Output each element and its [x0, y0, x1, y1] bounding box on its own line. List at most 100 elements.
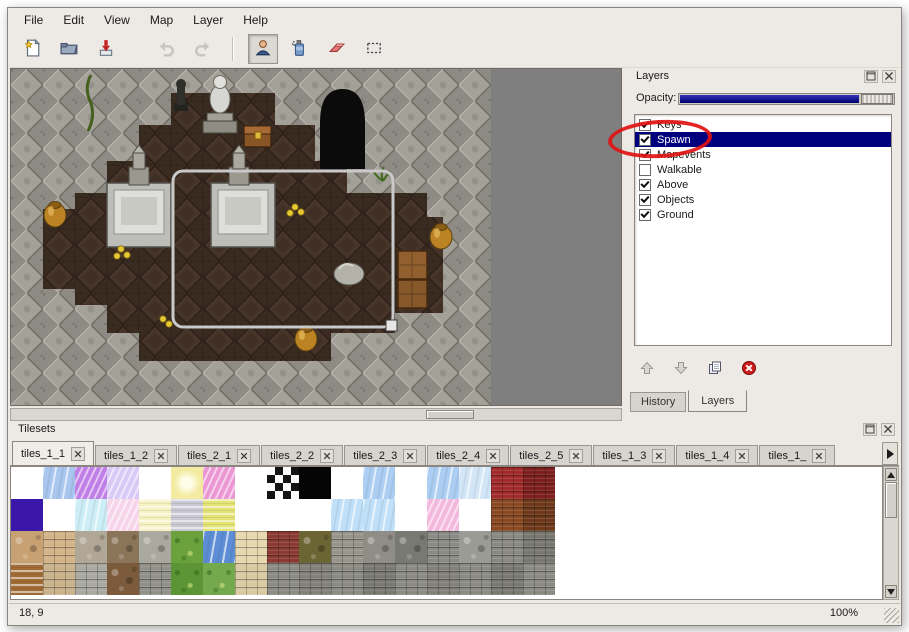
tab-close-icon[interactable] [237, 449, 251, 463]
float-window-button[interactable] [864, 70, 878, 83]
tileset-tile[interactable] [331, 531, 363, 563]
tileset-tab-tiles_2_1[interactable]: tiles_2_1 [178, 445, 260, 465]
tileset-tile[interactable] [267, 563, 299, 595]
layer-row-walkable[interactable]: Walkable [635, 162, 891, 177]
tileset-tile[interactable] [75, 563, 107, 595]
close-window-button[interactable] [881, 423, 895, 436]
tileset-tile[interactable] [363, 563, 395, 595]
tileset-tile[interactable] [427, 563, 459, 595]
tileset-tile[interactable] [491, 467, 523, 499]
layer-row-objects[interactable]: Objects [635, 192, 891, 207]
resize-grip[interactable] [884, 608, 899, 623]
tileset-tile[interactable] [139, 499, 171, 531]
tileset-tile[interactable] [171, 531, 203, 563]
tileset-tile[interactable] [107, 499, 139, 531]
layer-row-mapevents[interactable]: Mapevents [635, 147, 891, 162]
save-button[interactable] [91, 34, 121, 64]
tileset-tile[interactable] [427, 499, 459, 531]
tileset-tile[interactable] [203, 563, 235, 595]
scroll-down-button[interactable] [885, 585, 897, 598]
eraser-button[interactable] [322, 34, 352, 64]
tileset-tile[interactable] [427, 531, 459, 563]
lower-layer-button[interactable] [668, 356, 694, 382]
tileset-tile[interactable] [299, 467, 331, 499]
tileset-tile[interactable] [107, 467, 139, 499]
tab-history[interactable]: History [630, 392, 686, 412]
tileset-tile[interactable] [491, 531, 523, 563]
tileset-tile[interactable] [363, 499, 395, 531]
tileset-tile[interactable] [491, 563, 523, 595]
tileset-tile[interactable] [43, 531, 75, 563]
tileset-tile[interactable] [75, 531, 107, 563]
tileset-tile[interactable] [299, 563, 331, 595]
tileset-tile[interactable] [459, 531, 491, 563]
tileset-tile[interactable] [139, 531, 171, 563]
menu-file[interactable]: File [15, 10, 52, 30]
opacity-slider-handle[interactable] [861, 94, 893, 104]
fill-button[interactable] [285, 34, 315, 64]
map-horizontal-scrollbar[interactable] [10, 408, 622, 421]
layer-visibility-checkbox[interactable] [639, 119, 651, 131]
tileset-tile[interactable] [363, 467, 395, 499]
tab-close-icon[interactable] [403, 449, 417, 463]
layer-row-keys[interactable]: Keys [635, 117, 891, 132]
tileset-tab-tiles_2_3[interactable]: tiles_2_3 [344, 445, 426, 465]
map-hscroll-thumb[interactable] [426, 410, 474, 419]
player-button[interactable] [248, 34, 278, 64]
tab-close-icon[interactable] [569, 449, 583, 463]
tab-close-icon[interactable] [812, 449, 826, 463]
open-folder-button[interactable] [54, 34, 84, 64]
tileset-tile[interactable] [267, 531, 299, 563]
scroll-up-button[interactable] [885, 468, 897, 481]
tab-close-icon[interactable] [320, 449, 334, 463]
tileset-tile[interactable] [395, 531, 427, 563]
menu-layer[interactable]: Layer [184, 10, 232, 30]
tileset-tile[interactable] [523, 531, 555, 563]
layer-visibility-checkbox[interactable] [639, 164, 651, 176]
opacity-slider[interactable] [678, 93, 895, 105]
select-rect-button[interactable] [359, 34, 389, 64]
tileset-tile[interactable] [75, 499, 107, 531]
layer-row-spawn[interactable]: Spawn [635, 132, 891, 147]
tileset-tab-tiles_1_1[interactable]: tiles_1_1 [12, 441, 94, 465]
tileset-tile[interactable] [523, 563, 555, 595]
float-window-button[interactable] [863, 423, 877, 436]
tileset-tile[interactable] [171, 563, 203, 595]
layer-visibility-checkbox[interactable] [639, 209, 651, 221]
tileset-tile[interactable] [171, 499, 203, 531]
tileset-tab-tiles_2_4[interactable]: tiles_2_4 [427, 445, 509, 465]
tileset-vertical-scrollbar[interactable] [883, 466, 899, 600]
tileset-tile[interactable] [235, 563, 267, 595]
tileset-tile[interactable] [43, 467, 75, 499]
undo-button[interactable] [151, 34, 181, 64]
tileset-tile[interactable] [107, 563, 139, 595]
tab-layers[interactable]: Layers [688, 390, 747, 412]
map-selection-handle[interactable] [386, 320, 397, 331]
tileset-tile[interactable] [523, 499, 555, 531]
tab-close-icon[interactable] [652, 449, 666, 463]
tileset-tab-tiles_1_3[interactable]: tiles_1_3 [593, 445, 675, 465]
tileset-tile[interactable] [459, 563, 491, 595]
tileset-tab-tiles_1_4[interactable]: tiles_1_4 [676, 445, 758, 465]
tileset-tile[interactable] [11, 531, 43, 563]
raise-layer-button[interactable] [634, 356, 660, 382]
tileset-tile[interactable] [331, 563, 363, 595]
tileset-tab-tiles_1[interactable]: tiles_1_ [759, 445, 835, 465]
menu-map[interactable]: Map [141, 10, 182, 30]
close-window-button[interactable] [882, 70, 896, 83]
tileset-tile[interactable] [171, 467, 203, 499]
tileset-tile[interactable] [363, 531, 395, 563]
delete-layer-button[interactable] [736, 356, 762, 382]
layer-row-ground[interactable]: Ground [635, 207, 891, 222]
tileset-tab-tiles_1_2[interactable]: tiles_1_2 [95, 445, 177, 465]
tileset-tab-tiles_2_5[interactable]: tiles_2_5 [510, 445, 592, 465]
tileset-tile[interactable] [427, 467, 459, 499]
tileset-tile[interactable] [459, 467, 491, 499]
layer-row-above[interactable]: Above [635, 177, 891, 192]
tileset-tile[interactable] [11, 563, 43, 595]
tab-scroll-right-button[interactable] [882, 442, 898, 465]
tileset-tile[interactable] [43, 563, 75, 595]
menu-edit[interactable]: Edit [54, 10, 93, 30]
tileset-tile[interactable] [331, 499, 363, 531]
layer-visibility-checkbox[interactable] [639, 134, 651, 146]
